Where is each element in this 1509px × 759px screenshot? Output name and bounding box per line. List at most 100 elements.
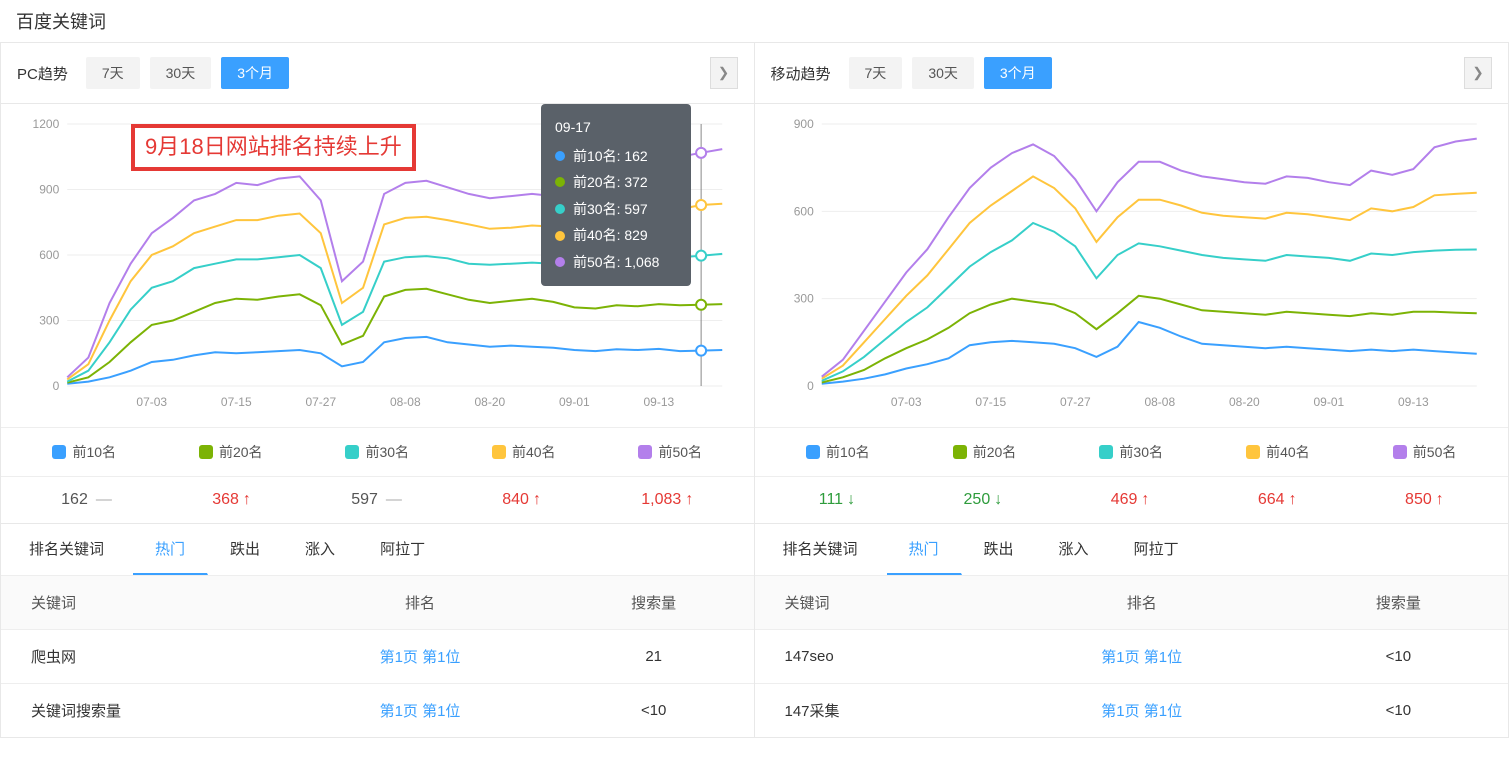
tooltip-label: 前20名: 372 — [573, 169, 648, 196]
legend-item[interactable]: 前20名 — [953, 442, 1017, 462]
keyword-tab[interactable]: 阿拉丁 — [1112, 524, 1202, 575]
stat-value: 840 — [502, 491, 541, 509]
series-dot-icon — [555, 231, 565, 241]
legend-label: 前10名 — [826, 442, 870, 462]
table-row: 147seo 第1页 第1位 <10 — [755, 630, 1509, 684]
legend-label: 前50名 — [658, 442, 702, 462]
cell-keyword: 147seo — [755, 630, 995, 684]
cell-rank: 第1页 第1位 — [286, 684, 554, 738]
keyword-tab[interactable]: 排名关键词 — [1, 524, 133, 575]
col-volume: 搜索量 — [1289, 576, 1508, 630]
rank-link[interactable]: 第1页 第1位 — [1101, 649, 1182, 666]
svg-text:07-27: 07-27 — [305, 395, 336, 409]
svg-text:0: 0 — [53, 379, 60, 393]
keyword-tab[interactable]: 热门 — [133, 524, 208, 575]
panels-container: PC趋势 7天 30天 3个月 ❯ 0300600900120007-0307-… — [0, 43, 1509, 738]
keyword-tab[interactable]: 排名关键词 — [755, 524, 887, 575]
tooltip-label: 前50名: 1,068 — [573, 249, 659, 276]
rank-link[interactable]: 第1页 第1位 — [380, 703, 461, 720]
pc-legend: 前10名 前20名 前30名 前40名 前50名 — [1, 427, 754, 476]
svg-text:09-01: 09-01 — [559, 395, 590, 409]
legend-swatch-icon — [1393, 445, 1407, 459]
tooltip-row: 前50名: 1,068 — [555, 249, 677, 276]
keyword-tab[interactable]: 涨入 — [1037, 524, 1112, 575]
pc-panel-header: PC趋势 7天 30天 3个月 ❯ — [1, 43, 754, 104]
svg-text:07-15: 07-15 — [975, 395, 1006, 409]
keyword-tab[interactable]: 跌出 — [962, 524, 1037, 575]
series-dot-icon — [555, 204, 565, 214]
table-row: 关键词搜索量第1页 第1位<10 — [1, 684, 754, 738]
stat-value: 469 — [1111, 491, 1150, 509]
rank-link[interactable]: 第1页 第1位 — [1101, 703, 1182, 720]
rank-link[interactable]: 第1页 第1位 — [380, 649, 461, 666]
legend-label: 前30名 — [365, 442, 409, 462]
tooltip-label: 前10名: 162 — [573, 143, 648, 170]
next-range-button[interactable]: ❯ — [710, 57, 738, 89]
keyword-tab[interactable]: 跌出 — [208, 524, 283, 575]
cell-volume: <10 — [1289, 684, 1508, 738]
chevron-right-icon: ❯ — [1472, 65, 1483, 81]
svg-text:08-08: 08-08 — [1144, 395, 1175, 409]
stat-value: 162 — [61, 491, 112, 509]
cell-rank: 第1页 第1位 — [286, 630, 554, 684]
tooltip-row: 前20名: 372 — [555, 169, 677, 196]
svg-text:300: 300 — [793, 292, 813, 306]
range-7d-button[interactable]: 7天 — [849, 57, 903, 89]
stat-value: 1,083 — [641, 491, 693, 509]
mobile-chart[interactable]: 030060090007-0307-1507-2708-0808-2009-01… — [771, 114, 1493, 414]
table-row: 爬虫网第1页 第1位21 — [1, 630, 754, 684]
legend-swatch-icon — [1099, 445, 1113, 459]
cell-volume: <10 — [554, 684, 754, 738]
legend-item[interactable]: 前30名 — [345, 442, 409, 462]
range-7d-button[interactable]: 7天 — [86, 57, 140, 89]
legend-label: 前40名 — [512, 442, 556, 462]
legend-item[interactable]: 前50名 — [638, 442, 702, 462]
cell-volume: <10 — [1289, 630, 1508, 684]
range-30d-button[interactable]: 30天 — [150, 57, 212, 89]
stat-value: 597 — [351, 491, 402, 509]
legend-item[interactable]: 前10名 — [52, 442, 116, 462]
series-dot-icon — [555, 151, 565, 161]
svg-text:09-13: 09-13 — [644, 395, 675, 409]
svg-text:600: 600 — [39, 248, 59, 262]
legend-label: 前30名 — [1119, 442, 1163, 462]
legend-item[interactable]: 前40名 — [1246, 442, 1310, 462]
mobile-keyword-table: 关键词 排名 搜索量 147seo第1页 第1位<10147采集第1页 第1位<… — [755, 575, 1509, 737]
cell-keyword: 爬虫网 — [1, 630, 286, 684]
svg-text:07-15: 07-15 — [221, 395, 252, 409]
mobile-chart-area: 030060090007-0307-1507-2708-0808-2009-01… — [755, 104, 1509, 427]
svg-text:900: 900 — [793, 117, 813, 131]
col-rank: 排名 — [995, 576, 1289, 630]
col-volume: 搜索量 — [554, 576, 754, 630]
keyword-tab[interactable]: 热门 — [887, 524, 962, 575]
range-3m-button[interactable]: 3个月 — [221, 57, 289, 89]
svg-text:08-08: 08-08 — [390, 395, 421, 409]
chart-tooltip: 09-17 前10名: 162前20名: 372前30名: 597前40名: 8… — [541, 104, 691, 286]
tooltip-label: 前30名: 597 — [573, 196, 648, 223]
legend-item[interactable]: 前30名 — [1099, 442, 1163, 462]
legend-item[interactable]: 前40名 — [492, 442, 556, 462]
keyword-tab[interactable]: 涨入 — [283, 524, 358, 575]
stat-value: 250 — [964, 491, 1003, 509]
legend-label: 前40名 — [1266, 442, 1310, 462]
series-dot-icon — [555, 177, 565, 187]
range-3m-button[interactable]: 3个月 — [984, 57, 1052, 89]
series-dot-icon — [555, 257, 565, 267]
keyword-tab[interactable]: 阿拉丁 — [358, 524, 448, 575]
page-title: 百度关键词 — [0, 0, 1509, 43]
pc-panel-title: PC趋势 — [17, 63, 68, 84]
legend-item[interactable]: 前50名 — [1393, 442, 1457, 462]
legend-item[interactable]: 前20名 — [199, 442, 263, 462]
table-row: 147采集 第1页 第1位 <10 — [755, 684, 1509, 738]
cell-rank: 第1页 第1位 — [995, 630, 1289, 684]
pc-stats-row: 162 368 597 840 1,083 — [1, 476, 754, 523]
col-rank: 排名 — [286, 576, 554, 630]
stat-value: 850 — [1405, 491, 1444, 509]
next-range-button[interactable]: ❯ — [1464, 57, 1492, 89]
svg-text:08-20: 08-20 — [474, 395, 505, 409]
mobile-legend: 前10名 前20名 前30名 前40名 前50名 — [755, 427, 1509, 476]
cell-keyword: 147采集 — [755, 684, 995, 738]
mobile-panel-title: 移动趋势 — [771, 63, 831, 84]
legend-item[interactable]: 前10名 — [806, 442, 870, 462]
range-30d-button[interactable]: 30天 — [912, 57, 974, 89]
